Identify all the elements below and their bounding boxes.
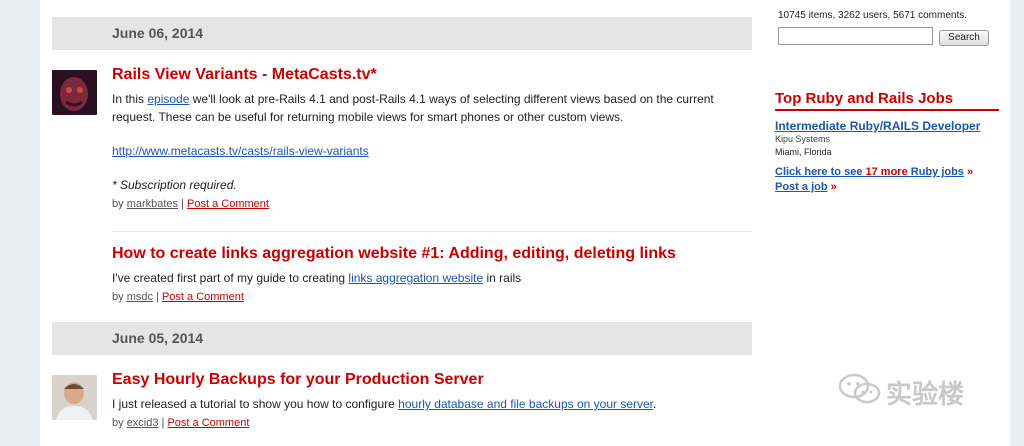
- post-comment-link[interactable]: Post a Comment: [187, 198, 269, 210]
- avatar[interactable]: [52, 70, 97, 115]
- by-label: by: [112, 291, 127, 303]
- backups-link[interactable]: hourly database and file backups on your…: [398, 397, 653, 411]
- post-title[interactable]: Rails View Variants - MetaCasts.tv*: [112, 66, 752, 84]
- post-item: How to create links aggregation website …: [112, 245, 752, 303]
- post-text: .: [653, 397, 657, 411]
- post-item: Easy Hourly Backups for your Production …: [112, 371, 752, 429]
- author-link[interactable]: msdc: [127, 291, 153, 303]
- date-header: June 05, 2014: [52, 322, 752, 355]
- post-meta: by excid3 | Post a Comment: [112, 417, 250, 429]
- post-title[interactable]: How to create links aggregation website …: [112, 245, 752, 263]
- search-button[interactable]: Search: [939, 30, 989, 46]
- post-comment-link[interactable]: Post a Comment: [162, 291, 244, 303]
- post-body: I've created first part of my guide to c…: [112, 269, 752, 287]
- more-suffix: Ruby jobs: [907, 166, 964, 178]
- post-job-line: Post a job »: [775, 181, 837, 193]
- post-text: I've created first part of my guide to c…: [112, 271, 349, 285]
- job-location: Miami, Florida: [775, 147, 832, 157]
- post-text: I just released a tutorial to show you h…: [112, 397, 399, 411]
- arrow-icon: »: [830, 181, 837, 193]
- author-link[interactable]: excid3: [127, 417, 159, 429]
- post-comment-link[interactable]: Post a Comment: [167, 417, 249, 429]
- post-text: we'll look at pre-Rails 4.1 and post-Rai…: [112, 92, 714, 124]
- watermark: 实验楼: [838, 372, 998, 409]
- post-meta: by msdc | Post a Comment: [112, 291, 244, 303]
- author-link[interactable]: markbates: [127, 198, 178, 210]
- post-body: I just released a tutorial to show you h…: [112, 395, 752, 413]
- by-label: by: [112, 198, 127, 210]
- post-meta: by markbates | Post a Comment: [112, 198, 269, 210]
- more-prefix: Click here to see: [775, 166, 866, 178]
- post-job-link[interactable]: Post a job: [775, 181, 828, 193]
- post-item: Rails View Variants - MetaCasts.tv* In t…: [112, 66, 752, 210]
- job-title-link[interactable]: Intermediate Ruby/RAILS Developer: [775, 119, 980, 133]
- arrow-icon: »: [967, 166, 974, 178]
- more-count: 17 more: [865, 166, 908, 178]
- post-text: in rails: [483, 271, 522, 285]
- site-stats: 10745 items, 3262 users, 5671 comments.: [778, 10, 967, 21]
- by-label: by: [112, 417, 127, 429]
- more-jobs-line: Click here to see 17 more Ruby jobs »: [775, 166, 973, 178]
- more-jobs-link[interactable]: Click here to see 17 more Ruby jobs: [775, 166, 964, 178]
- watermark-text: 实验楼: [886, 379, 965, 409]
- post-body: In this episode we'll look at pre-Rails …: [112, 90, 752, 126]
- post-title[interactable]: Easy Hourly Backups for your Production …: [112, 371, 752, 389]
- episode-link[interactable]: episode: [147, 92, 189, 106]
- post-url-line: http://www.metacasts.tv/casts/rails-view…: [112, 142, 752, 160]
- post-url-link[interactable]: http://www.metacasts.tv/casts/rails-view…: [112, 144, 369, 158]
- wechat-logo-icon: [838, 373, 881, 404]
- job-company: Kipu Systems: [775, 134, 831, 144]
- search-input[interactable]: [778, 27, 933, 45]
- date-label: June 05, 2014: [112, 330, 204, 346]
- jobs-heading: Top Ruby and Rails Jobs: [775, 90, 999, 111]
- avatar[interactable]: [52, 375, 97, 420]
- date-label: June 06, 2014: [112, 25, 204, 41]
- aggregation-link[interactable]: links aggregation website: [348, 271, 483, 285]
- post-text: In this: [112, 92, 148, 106]
- date-header: June 06, 2014: [52, 17, 752, 50]
- divider: [112, 231, 752, 232]
- post-note: * Subscription required.: [112, 178, 237, 192]
